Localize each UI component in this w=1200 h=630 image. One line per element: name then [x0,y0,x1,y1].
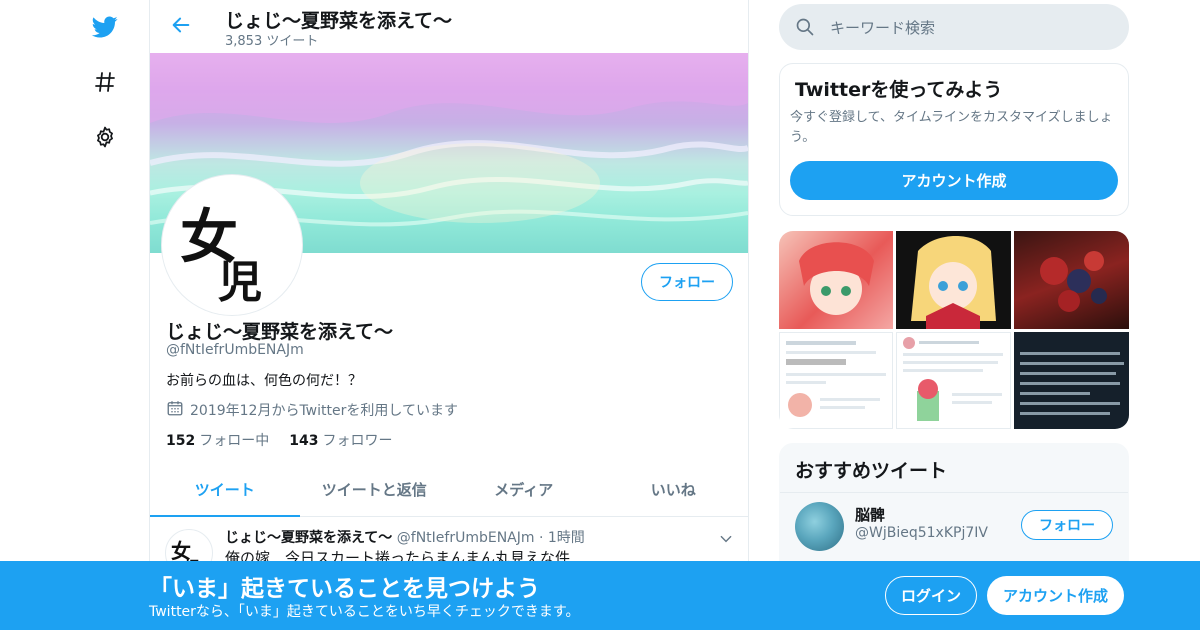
following-link[interactable]: 152 フォロー中 [166,430,269,450]
tab-tweets-and-replies[interactable]: ツイートと返信 [300,462,450,516]
twitter-profile-page: じょじ～夏野菜を添えて～ 3,853 ツイート 女 児 フォロー じょじ～夏野菜… [0,0,1200,630]
tweet-dot: · [538,530,544,546]
tab-likes[interactable]: いいね [599,462,749,516]
header-title: じょじ～夏野菜を添えて～ [225,10,453,32]
tweet-time[interactable]: 1時間 [548,530,585,546]
tab-media[interactable]: メディア [449,462,599,516]
media-thumb[interactable] [779,332,893,429]
profile-joined: 2019年12月からTwitterを利用しています [166,399,458,421]
recommended-user-handle: @WjBieq51xKPj7IV [855,525,988,541]
tweet-author-name[interactable]: じょじ～夏野菜を添えて～ [225,530,392,546]
signup-bottom-bar: 「いま」起きていることを見つけよう Twitterなら、「いま」起きていることを… [0,561,1200,630]
search-placeholder: キーワード検索 [830,19,936,37]
media-thumb[interactable] [896,332,1011,429]
signup-card-title: Twitterを使ってみよう [795,79,1003,101]
create-account-button[interactable]: アカウント作成 [790,161,1118,200]
signup-card-desc: 今すぐ登録して、タイムラインをカスタマイズしましょう。 [790,110,1113,145]
profile-bio: お前らの血は、何色の何だ！？ [166,373,362,389]
followers-link[interactable]: 143 フォロワー [289,430,392,450]
recommended-user-row[interactable]: 脳髀 @WjBieq51xKPj7IV フォロー [780,492,1128,572]
profile-handle: @fNtIefrUmbENAJm [166,342,304,358]
bottom-bar-subtitle: Twitterなら、「いま」起きていることをいち早くチェックできます。 [149,604,580,620]
follow-button[interactable]: フォロー [641,263,733,301]
signup-card: Twitterを使ってみよう 今すぐ登録して、タイムラインをカスタマイズしましょ… [779,63,1129,216]
search-icon [795,17,815,41]
avatar-glyph-2: 児 [218,257,262,308]
tweet-meta: じょじ～夏野菜を添えて～ @fNtIefrUmbENAJm · 1時間 [225,527,585,547]
media-thumb[interactable] [779,231,893,329]
bottom-bar-title: 「いま」起きていることを見つけよう [149,576,540,602]
following-label: フォロー中 [199,433,270,449]
recommended-card: おすすめツイート 脳髀 @WjBieq51xKPj7IV フォロー [779,443,1129,573]
calendar-icon [166,399,184,421]
recommended-follow-button[interactable]: フォロー [1021,510,1113,540]
tweet-count: 3,853 ツイート [225,34,319,49]
followers-label: フォロワー [322,433,393,449]
profile-header: じょじ～夏野菜を添えて～ 3,853 ツイート [150,0,748,53]
profile-column: じょじ～夏野菜を添えて～ 3,853 ツイート 女 児 フォロー じょじ～夏野菜… [149,0,749,630]
recommended-user-avatar[interactable] [795,502,844,551]
profile-name: じょじ～夏野菜を添えて～ [166,321,394,343]
media-thumb[interactable] [1014,231,1129,329]
hashtag-icon[interactable] [86,63,124,101]
tweet-author-handle: @fNtIefrUmbENAJm [396,530,535,546]
profile-stats: 152 フォロー中 143 フォロワー [166,430,392,450]
recommended-user-name[interactable]: 脳髀 [855,504,885,525]
media-thumb[interactable] [1014,332,1129,429]
profile-avatar[interactable]: 女 児 [162,175,302,315]
profile-tabs: ツイート ツイートと返信 メディア いいね [150,462,748,517]
search-input[interactable]: キーワード検索 [779,4,1129,50]
following-count: 152 [166,433,196,449]
media-thumb[interactable] [896,231,1011,329]
back-arrow-icon[interactable] [168,12,194,38]
joined-text: 2019年12月からTwitterを利用しています [190,403,458,419]
login-button[interactable]: ログイン [885,576,977,615]
gear-icon[interactable] [86,118,124,156]
followers-count: 143 [289,433,319,449]
chevron-down-icon[interactable] [716,529,736,549]
signup-button[interactable]: アカウント作成 [987,576,1124,615]
left-nav [80,0,130,630]
media-grid [779,231,1129,429]
recommended-title: おすすめツイート [795,460,948,482]
twitter-logo-icon[interactable] [86,8,124,46]
tab-tweets[interactable]: ツイート [150,462,300,517]
